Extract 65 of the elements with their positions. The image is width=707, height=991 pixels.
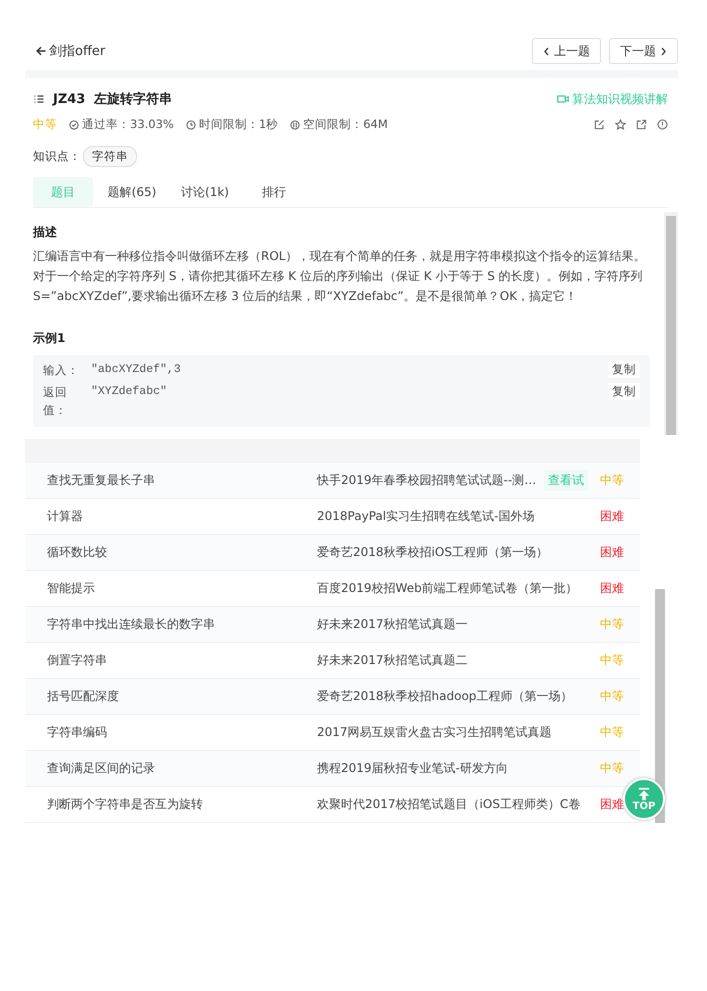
description-text: 汇编语言中有一种移位指令叫做循环左移（ROL），现在有个简单的任务，就是用字符串模拟这个指令的运算结果。对于一个给定的字符序列 S，请你把其循环左移 K 位后的序列输出（保证 K 小于等于 S 的长度）。例如，字符序列S=”abcXYZdef”,要求输出循环左移 3 位后的结果，即“XYZdefabc”。是不是很简单？OK，搞定它！	[33, 248, 646, 305]
problem-title: JZ43 左旋转字符串	[53, 90, 172, 108]
source-name: 爱奇艺2018秋季校招hadoop工程师（第一场）	[317, 688, 572, 705]
copy-button[interactable]: 复制	[608, 361, 640, 378]
difficulty-label: 中等	[600, 724, 625, 741]
source-name: 好未来2017秋招笔试真题一	[317, 616, 468, 633]
next-button[interactable]: 下一题	[609, 38, 678, 64]
difficulty-label: 中等	[33, 117, 57, 132]
difficulty-label: 中等	[600, 616, 625, 633]
source-name: 好未来2017秋招笔试真题二	[317, 652, 468, 669]
tab[interactable]: 讨论(1k)	[171, 177, 239, 207]
example-value: "abcXYZdef",3	[91, 362, 182, 378]
arrow-up-icon	[637, 786, 651, 800]
source-name: 2018PayPal实习生招聘在线笔试-国外场	[317, 508, 534, 525]
example-label: 输入：	[43, 362, 80, 379]
share-icon	[636, 119, 647, 130]
clock-icon	[186, 120, 196, 130]
problem-name[interactable]: 倒置字符串	[47, 652, 317, 669]
source-name: 携程2019届秋招专业笔试-研发方向	[317, 760, 508, 777]
list-icon	[33, 93, 45, 105]
difficulty-label: 困难	[600, 508, 625, 525]
memory-limit: 空间限制：64M	[303, 117, 388, 132]
alert-icon	[657, 119, 668, 130]
back-link[interactable]: 剑指offer	[35, 42, 106, 60]
problem-name[interactable]: 字符串中找出连续最长的数字串	[47, 616, 317, 633]
source-name: 快手2019年春季校园招聘笔试试题--测…	[317, 472, 536, 489]
difficulty-label: 中等	[600, 688, 625, 705]
pass-rate: 通过率：33.03%	[82, 117, 174, 132]
topic-tag[interactable]: 字符串	[83, 146, 137, 167]
check-circle-icon	[69, 120, 79, 130]
memory-icon	[290, 120, 300, 130]
example-label: 返回值：	[43, 384, 68, 419]
problem-name[interactable]: 字符串编码	[47, 724, 317, 741]
time-limit: 时间限制：1秒	[198, 117, 278, 132]
difficulty-label: 中等	[600, 652, 625, 669]
source-name: 欢聚时代2017校招笔试题目（iOS工程师类）C卷	[317, 796, 580, 813]
problem-name[interactable]: 智能提示	[47, 580, 317, 597]
chevron-left-icon	[543, 46, 550, 56]
previous-button[interactable]: 上一题	[532, 38, 601, 64]
example-value: "XYZdefabc"	[91, 384, 168, 400]
tab[interactable]: 排行	[239, 177, 309, 207]
problem-name[interactable]: 括号匹配深度	[47, 688, 317, 705]
problem-name[interactable]: 查找无重复最长子串	[47, 472, 317, 489]
copy-button[interactable]: 复制	[608, 383, 640, 400]
source-name: 爱奇艺2018秋季校招iOS工程师（第一场）	[317, 544, 548, 561]
source-name: 百度2019校招Web前端工程师笔试卷（第一批）	[317, 580, 578, 597]
video-icon	[557, 93, 569, 105]
section-heading: 示例1	[33, 330, 66, 347]
difficulty-label: 困难	[600, 544, 625, 561]
problem-name[interactable]: 查询满足区间的记录	[47, 760, 317, 777]
difficulty-label: 中等	[600, 760, 625, 777]
arrow-left-icon	[35, 45, 47, 57]
edit-icon	[594, 119, 605, 130]
problem-name[interactable]: 循环数比较	[47, 544, 317, 561]
section-heading: 描述	[33, 224, 58, 241]
chevron-right-icon	[660, 46, 667, 56]
problem-name[interactable]: 判断两个字符串是否互为旋转	[47, 796, 317, 813]
source-name: 2017网易互娱雷火盘古实习生招聘笔试真题	[317, 724, 552, 741]
tab[interactable]: 题解(65)	[93, 177, 171, 207]
scrollbar[interactable]	[664, 212, 678, 435]
topics-label: 知识点：	[33, 149, 81, 164]
difficulty-label: 中等	[600, 472, 625, 489]
star-icon	[615, 119, 626, 130]
problem-name[interactable]: 计算器	[47, 508, 317, 525]
difficulty-label: 困难	[600, 580, 625, 597]
